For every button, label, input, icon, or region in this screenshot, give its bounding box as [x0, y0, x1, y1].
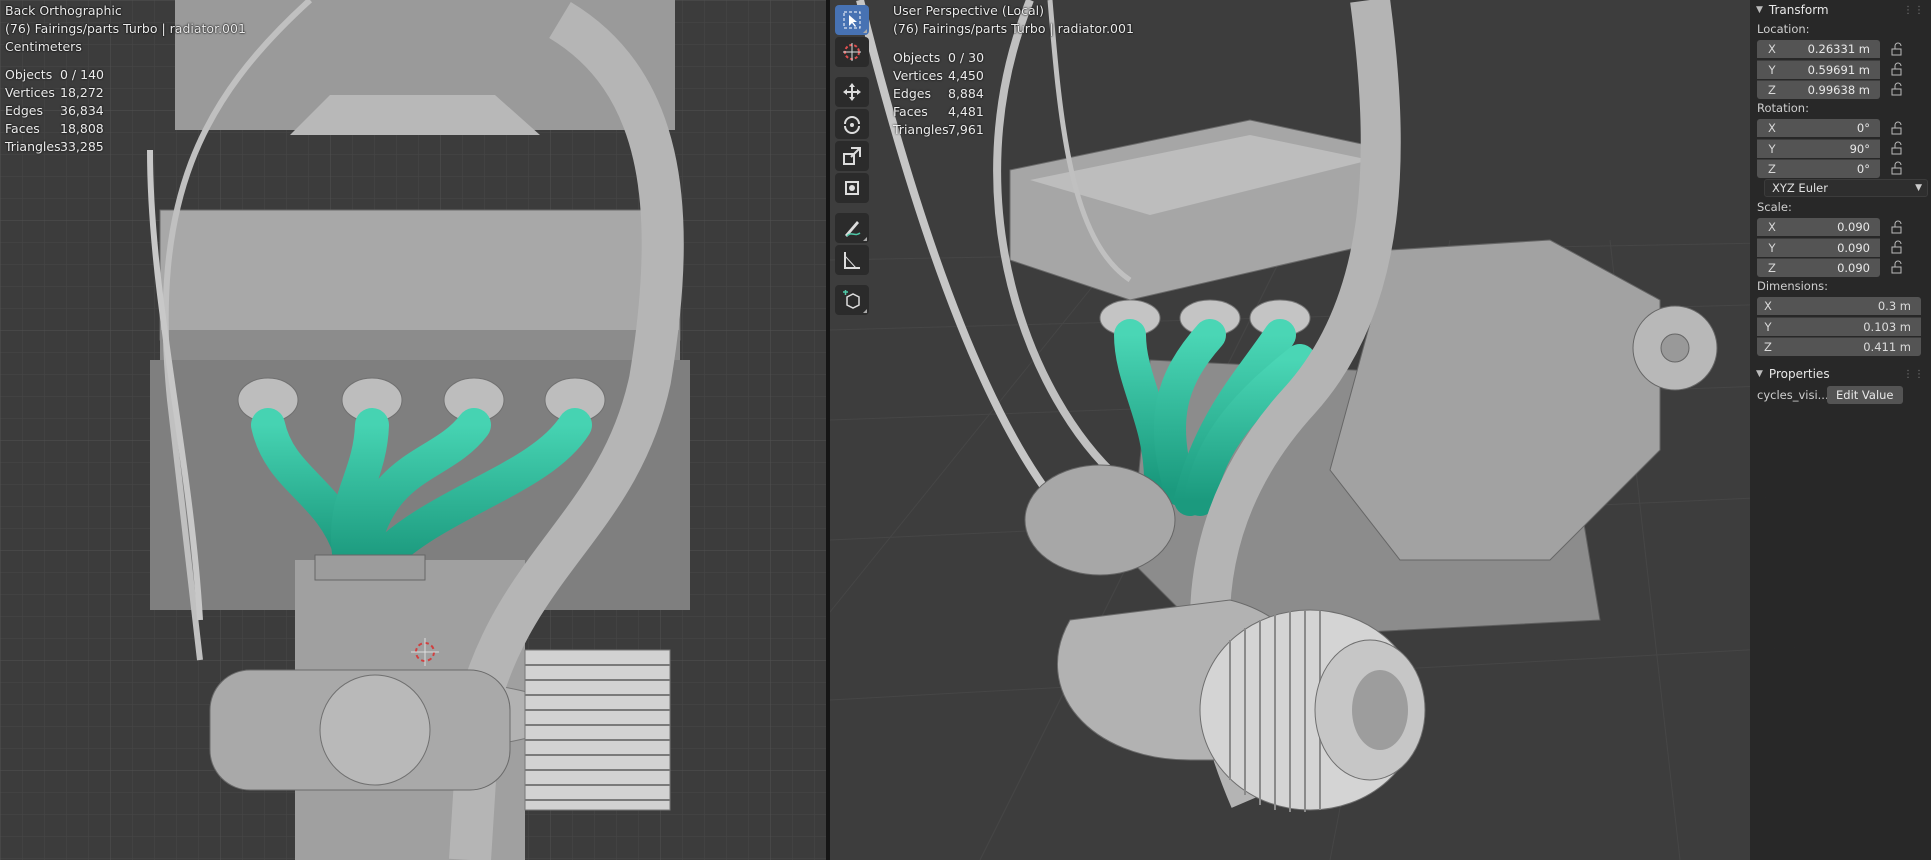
location-label: Location:	[1757, 22, 1810, 36]
annotate-icon[interactable]	[835, 213, 869, 243]
stat-row: Objects 0 / 30	[893, 50, 985, 65]
rotation-z-row: Z 0°	[1750, 158, 1931, 178]
scale-x-row: X 0.090	[1750, 217, 1931, 237]
scale-y-field[interactable]: Y 0.090	[1757, 237, 1880, 257]
add-cube-icon[interactable]	[835, 285, 869, 315]
location-y-field[interactable]: Y 0.59691 m	[1757, 59, 1880, 79]
unlock-icon[interactable]	[1890, 260, 1904, 274]
select-box-icon[interactable]	[835, 5, 869, 35]
scale-y-row: Y 0.090	[1750, 237, 1931, 257]
scale-icon[interactable]	[835, 141, 869, 171]
rotation-y-field[interactable]: Y 90°	[1757, 138, 1880, 158]
scale-z-row: Z 0.090	[1750, 257, 1931, 277]
custom-property-label: cycles_visi...	[1757, 388, 1827, 402]
rotation-label: Rotation:	[1757, 101, 1809, 115]
properties-panel-header[interactable]: ▼ Properties ⋮⋮	[1750, 364, 1931, 384]
drag-grip-icon[interactable]: ⋮⋮	[1903, 369, 1925, 380]
object-path: (76) Fairings/parts Turbo | radiator.001	[5, 21, 246, 36]
view-name: User Perspective (Local)	[893, 3, 1044, 18]
rotation-y-row: Y 90°	[1750, 138, 1931, 158]
custom-property-row: cycles_visi... Edit Value	[1750, 384, 1931, 406]
unlock-icon[interactable]	[1890, 141, 1904, 155]
stat-row: Vertices 18,272	[5, 85, 104, 100]
stat-row: Vertices 4,450	[893, 68, 984, 83]
rotation-mode-dropdown[interactable]: XYZ Euler ▼	[1764, 179, 1928, 197]
object-path: (76) Fairings/parts Turbo | radiator.001	[893, 21, 1134, 36]
edit-value-button[interactable]: Edit Value	[1827, 386, 1903, 404]
units-label: Centimeters	[5, 39, 82, 54]
move-icon[interactable]	[835, 77, 869, 107]
drag-grip-icon[interactable]: ⋮⋮	[1903, 5, 1925, 16]
unlock-icon[interactable]	[1890, 42, 1904, 56]
location-x-field[interactable]: X 0.26331 m	[1757, 40, 1880, 58]
left-viewport[interactable]: Back Orthographic (76) Fairings/parts Tu…	[0, 0, 826, 860]
unlock-icon[interactable]	[1890, 240, 1904, 254]
rotate-icon[interactable]	[835, 109, 869, 139]
stat-row: Triangles 33,285	[5, 139, 104, 154]
stat-row: Faces 18,808	[5, 121, 104, 136]
stat-row: Edges 36,834	[5, 103, 104, 118]
stat-row: Faces 4,481	[893, 104, 984, 119]
sidebar-panel: ▼ Transform ⋮⋮ Location: X 0.26331 m Y 0.5…	[1750, 0, 1931, 860]
unlock-icon[interactable]	[1890, 161, 1904, 175]
measure-icon[interactable]	[835, 245, 869, 275]
left-scene[interactable]	[0, 0, 826, 860]
dimension-x-field[interactable]: X 0.3 m	[1757, 297, 1921, 315]
unlock-icon[interactable]	[1890, 220, 1904, 234]
dimension-y-field[interactable]: Y 0.103 m	[1757, 316, 1921, 336]
location-y-row: Y 0.59691 m	[1750, 59, 1931, 79]
dimension-z-field[interactable]: Z 0.411 m	[1757, 336, 1921, 356]
rotation-z-field[interactable]: Z 0°	[1757, 158, 1880, 178]
dimensions-label: Dimensions:	[1757, 279, 1828, 293]
transform-panel-header[interactable]: ▼ Transform ⋮⋮	[1750, 0, 1931, 20]
location-z-field[interactable]: Z 0.99638 m	[1757, 79, 1880, 99]
unlock-icon[interactable]	[1890, 121, 1904, 135]
stat-row: Edges 8,884	[893, 86, 984, 101]
rotation-x-row: X 0°	[1750, 118, 1931, 138]
location-z-row: Z 0.99638 m	[1750, 79, 1931, 99]
scale-z-field[interactable]: Z 0.090	[1757, 257, 1880, 277]
stat-row: Objects 0 / 140	[5, 67, 104, 82]
location-x-row: X 0.26331 m	[1750, 39, 1931, 59]
unlock-icon[interactable]	[1890, 82, 1904, 96]
tool-shelf	[835, 3, 873, 317]
stat-row: Triangles 7,961	[893, 122, 984, 137]
rotation-x-field[interactable]: X 0°	[1757, 119, 1880, 137]
chevron-down-icon: ▼	[1915, 183, 1922, 193]
scale-label: Scale:	[1757, 200, 1792, 214]
collapse-triangle-icon[interactable]: ▼	[1756, 5, 1763, 15]
view-name: Back Orthographic	[5, 3, 122, 18]
cursor-icon[interactable]	[835, 37, 869, 67]
collapse-triangle-icon[interactable]: ▼	[1756, 369, 1763, 379]
scale-x-field[interactable]: X 0.090	[1757, 218, 1880, 236]
scene-statistics: Objects 0 / 140 Vertices 18,272 Edges 36,83…	[5, 66, 104, 156]
scene-statistics: Objects 0 / 30 Vertices 4,450 Edges 8,884 F…	[893, 49, 984, 139]
transform-icon[interactable]	[835, 173, 869, 203]
unlock-icon[interactable]	[1890, 62, 1904, 76]
